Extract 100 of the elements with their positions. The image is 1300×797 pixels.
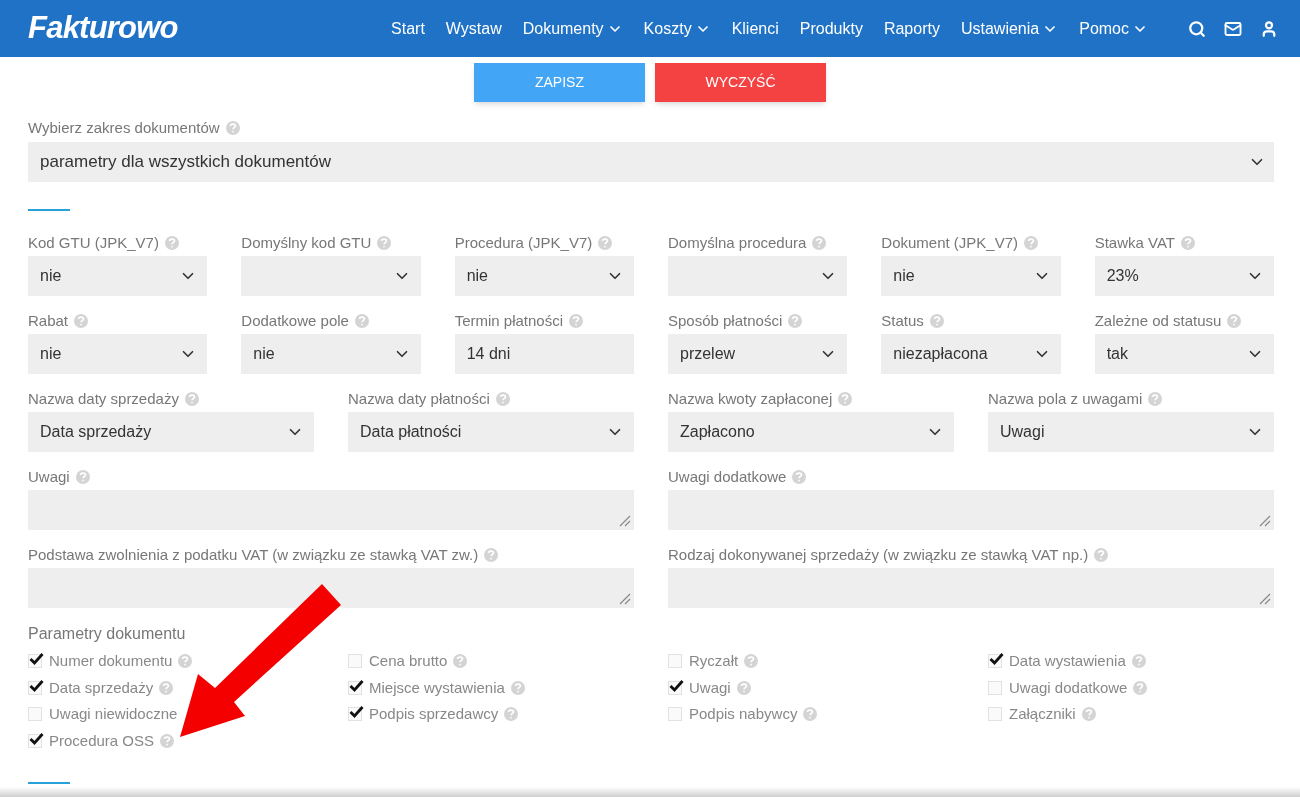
checkbox[interactable] xyxy=(28,680,42,695)
select-field[interactable]: Data sprzedaży xyxy=(28,412,314,452)
field-label: Nazwa pola z uwagami xyxy=(988,388,1143,409)
nav-link[interactable]: Dokumenty xyxy=(522,16,623,41)
help-icon[interactable] xyxy=(225,121,240,135)
input-field[interactable]: 14 dni xyxy=(454,334,634,374)
checkbox[interactable] xyxy=(28,707,42,722)
help-icon[interactable] xyxy=(1133,680,1148,695)
field-label: Domyślny kod GTU xyxy=(241,232,372,253)
field-label: Dokument (JPK_V7) xyxy=(881,232,1019,253)
help-icon[interactable] xyxy=(160,733,175,748)
select-field[interactable]: nie xyxy=(454,256,634,296)
nav-link[interactable]: Ustawienia xyxy=(960,16,1059,41)
help-icon[interactable] xyxy=(838,392,853,406)
select-field[interactable]: nie xyxy=(241,334,421,374)
search-icon[interactable] xyxy=(1188,19,1206,38)
user-icon[interactable] xyxy=(1260,19,1278,38)
nav-link[interactable]: Produkty xyxy=(799,16,863,41)
checkbox[interactable] xyxy=(348,680,362,695)
help-icon[interactable] xyxy=(812,236,827,250)
help-icon[interactable] xyxy=(377,236,392,250)
help-icon[interactable] xyxy=(484,548,499,562)
help-icon[interactable] xyxy=(803,707,818,722)
help-icon[interactable] xyxy=(1131,654,1146,669)
checkbox[interactable] xyxy=(348,707,362,722)
checkbox[interactable] xyxy=(28,733,42,748)
nav-link[interactable]: Wystaw xyxy=(445,16,502,41)
checkbox[interactable] xyxy=(348,654,362,669)
help-icon[interactable] xyxy=(495,392,510,406)
help-icon[interactable] xyxy=(792,470,807,484)
clear-button[interactable]: WYCZYŚĆ xyxy=(655,63,826,102)
select-field[interactable]: Zapłacono xyxy=(668,412,954,452)
select-field[interactable]: tak xyxy=(1094,334,1274,374)
help-icon[interactable] xyxy=(164,236,179,250)
help-icon[interactable] xyxy=(184,392,199,406)
field-label: Status xyxy=(881,310,924,331)
field-label: Podstawa zwolnienia z podatku VAT (w związku ze stawką VAT zw.) xyxy=(28,544,479,565)
field-label: Dodatkowe pole xyxy=(241,310,349,331)
select-field[interactable]: niezapłacona xyxy=(881,334,1061,374)
checkbox[interactable] xyxy=(988,654,1002,669)
nav-link[interactable]: Pomoc xyxy=(1079,16,1148,41)
field-label: Rabat xyxy=(28,310,69,331)
checkbox[interactable] xyxy=(28,654,42,669)
resize-handle-icon xyxy=(1257,591,1271,605)
select-field[interactable] xyxy=(668,256,848,296)
select-field[interactable]: Data płatności xyxy=(348,412,634,452)
checkbox-label: Data wystawienia xyxy=(1009,651,1126,671)
field-label: Uwagi xyxy=(28,466,70,487)
checkbox[interactable] xyxy=(668,680,682,695)
checkbox[interactable] xyxy=(668,707,682,722)
nav-link[interactable]: Koszty xyxy=(643,16,711,41)
help-icon[interactable] xyxy=(744,654,759,669)
help-icon[interactable] xyxy=(159,680,174,695)
checkbox[interactable] xyxy=(668,654,682,669)
select-field[interactable] xyxy=(241,256,421,296)
checkbox[interactable] xyxy=(988,707,1002,722)
logo[interactable]: Fakturowo xyxy=(28,5,178,52)
text-area[interactable] xyxy=(28,568,634,608)
checkbox[interactable] xyxy=(988,680,1002,695)
help-icon[interactable] xyxy=(75,470,90,484)
select-field[interactable]: przelew xyxy=(668,334,848,374)
field-label: Termin płatności xyxy=(454,310,564,331)
field-label: Nazwa daty płatności xyxy=(348,388,490,409)
checkbox-label: Miejsce wystawienia xyxy=(369,677,505,698)
help-icon[interactable] xyxy=(504,707,519,722)
field-label: Rodzaj dokonywanej sprzedaży (w związku ze stawką VAT np.) xyxy=(668,544,1089,565)
nav-link[interactable]: Raporty xyxy=(883,16,940,41)
help-icon[interactable] xyxy=(736,680,751,695)
nav-link[interactable]: Klienci xyxy=(731,16,779,41)
select-field[interactable]: parametry dla wszystkich dokumentów xyxy=(28,142,1274,182)
select-field[interactable]: nie xyxy=(28,256,208,296)
select-field[interactable]: nie xyxy=(881,256,1061,296)
field-label: Uwagi dodatkowe xyxy=(668,466,787,487)
help-icon[interactable] xyxy=(929,314,944,328)
help-icon[interactable] xyxy=(1024,236,1039,250)
help-icon[interactable] xyxy=(1180,236,1195,250)
nav-link[interactable]: Start xyxy=(391,16,425,41)
mail-icon[interactable] xyxy=(1224,19,1242,38)
resize-handle-icon xyxy=(617,513,631,527)
help-icon[interactable] xyxy=(510,680,525,695)
select-field[interactable]: nie xyxy=(28,334,208,374)
select-field[interactable]: 23% xyxy=(1094,256,1274,296)
checkbox-label: Uwagi niewidoczne xyxy=(49,704,178,724)
field-label: Nazwa kwoty zapłaconej xyxy=(668,388,833,409)
help-icon[interactable] xyxy=(74,314,89,328)
help-icon[interactable] xyxy=(788,314,803,328)
checkbox-label: Procedura OSS xyxy=(49,730,155,751)
help-icon[interactable] xyxy=(1227,314,1242,328)
select-field[interactable]: Uwagi xyxy=(988,412,1274,452)
help-icon[interactable] xyxy=(598,236,613,250)
help-icon[interactable] xyxy=(354,314,369,328)
help-icon[interactable] xyxy=(178,654,193,669)
checkbox-label: Cena brutto xyxy=(369,651,448,671)
help-icon[interactable] xyxy=(453,654,468,669)
help-icon[interactable] xyxy=(1094,548,1109,562)
field-label: Nazwa daty sprzedaży xyxy=(28,388,179,409)
help-icon[interactable] xyxy=(569,314,584,328)
help-icon[interactable] xyxy=(1148,392,1163,406)
checkbox-label: Numer dokumentu xyxy=(49,651,173,671)
help-icon[interactable] xyxy=(1081,707,1096,722)
